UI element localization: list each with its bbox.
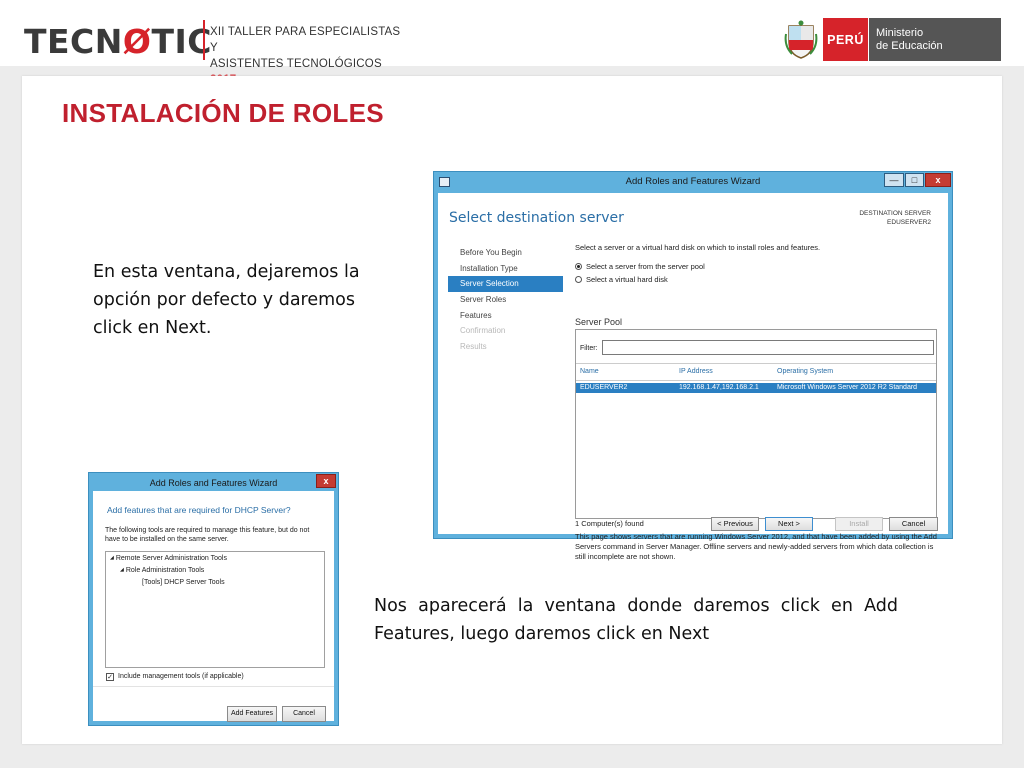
wizard-window: Add Roles and Features Wizard — □ x Sele… (433, 171, 953, 561)
wizard-title: Add Roles and Features Wizard (625, 176, 761, 187)
ministry-badge: Ministerio de Educación (869, 18, 1001, 61)
table-header: Name IP Address Operating System (576, 363, 936, 381)
logo-wordmark: TECNØTIC (24, 22, 212, 61)
column-os[interactable]: Operating System (777, 368, 833, 375)
nav-item-before-you-begin[interactable]: Before You Begin (448, 245, 563, 261)
server-pool-label: Server Pool (575, 317, 623, 327)
instruction-text-2: Nos aparecerá la ventana donde daremos c… (374, 596, 898, 644)
filter-label: Filter: (580, 345, 598, 352)
filter-input[interactable] (602, 340, 934, 355)
add-features-dialog: Add Roles and Features Wizard x Add feat… (88, 472, 339, 726)
nav-item-confirmation: Confirmation (460, 326, 506, 336)
tree-expand-icon[interactable]: ◢ (120, 567, 124, 573)
install-button: Install (835, 517, 883, 531)
nav-item-server-selection[interactable]: Server Selection (448, 276, 563, 293)
dialog-description: The following tools are required to mana… (105, 527, 310, 543)
slide-title: INSTALACIÓN DE ROLES (62, 98, 384, 128)
column-name[interactable]: Name (580, 368, 599, 375)
minimize-icon[interactable]: — (884, 173, 904, 187)
tree-item[interactable]: ◢ Role Administration Tools (120, 567, 204, 574)
nav-item-server-roles[interactable]: Server Roles (448, 292, 563, 308)
column-ip[interactable]: IP Address (679, 368, 713, 375)
radio-empty-icon[interactable] (575, 276, 582, 283)
checkbox-checked-icon[interactable]: ✓ (106, 673, 114, 681)
close-icon[interactable]: x (316, 474, 336, 488)
slide-page: TECNØTIC XII TALLER PARA ESPECIALISTAS Y… (0, 0, 1024, 768)
tree-expand-icon[interactable]: ◢ (110, 555, 114, 561)
radio-server-pool[interactable]: Select a server from the server pool (575, 262, 705, 272)
radio-selected-icon[interactable] (575, 263, 582, 270)
server-pool-table: Filter: Name IP Address Operating System… (575, 329, 937, 519)
dialog-cancel-button[interactable]: Cancel (282, 706, 326, 722)
previous-button[interactable]: < Previous (711, 517, 759, 531)
wizard-heading: Select destination server (449, 210, 624, 226)
peru-badge: PERÚ (823, 18, 868, 61)
wizard-body: Select destination server DESTINATION SE… (438, 193, 948, 561)
close-icon[interactable]: x (925, 173, 951, 187)
include-tools-checkbox[interactable]: ✓ Include management tools (if applicable… (106, 673, 244, 681)
dialog-body: Add features that are required for DHCP … (93, 491, 334, 722)
table-row[interactable]: EDUSERVER2 192.168.1.47,192.168.2.1 Micr… (576, 383, 936, 393)
wizard-description: Select a server or a virtual hard disk o… (575, 243, 821, 252)
add-features-button[interactable]: Add Features (227, 706, 277, 722)
nav-item-features[interactable]: Features (448, 308, 563, 324)
wizard-titlebar[interactable]: Add Roles and Features Wizard — □ x (434, 172, 952, 192)
header-bar: TECNØTIC XII TALLER PARA ESPECIALISTAS Y… (0, 0, 1024, 86)
tecnotic-logo: TECNØTIC XII TALLER PARA ESPECIALISTAS Y… (20, 16, 410, 86)
computer-count: 1 Computer(s) found (575, 519, 644, 528)
next-button[interactable]: Next > (765, 517, 813, 531)
feature-tree: ◢ Remote Server Administration Tools ◢ R… (105, 551, 325, 668)
radio-virtual-disk[interactable]: Select a virtual hard disk (575, 275, 668, 285)
maximize-icon[interactable]: □ (905, 173, 924, 187)
instruction-text-1: En esta ventana, dejaremos la opción por… (93, 262, 360, 338)
logo-separator (203, 20, 205, 60)
nav-item-installation-type[interactable]: Installation Type (448, 261, 563, 277)
dialog-heading: Add features that are required for DHCP … (107, 505, 291, 515)
tree-item[interactable]: ◢ Remote Server Administration Tools (110, 555, 227, 562)
wizard-nav: Before You Begin Installation Type Serve… (448, 245, 563, 355)
destination-server: DESTINATION SERVER EDUSERVER2 (859, 210, 931, 226)
tree-item[interactable]: [Tools] DHCP Server Tools (142, 579, 225, 586)
nav-item-results: Results (460, 342, 487, 352)
cancel-button[interactable]: Cancel (889, 517, 938, 531)
dialog-title: Add Roles and Features Wizard (149, 478, 278, 488)
info-text: This page shows servers that are running… (575, 532, 937, 561)
coat-of-arms-icon (784, 20, 818, 59)
dialog-divider (93, 686, 334, 687)
